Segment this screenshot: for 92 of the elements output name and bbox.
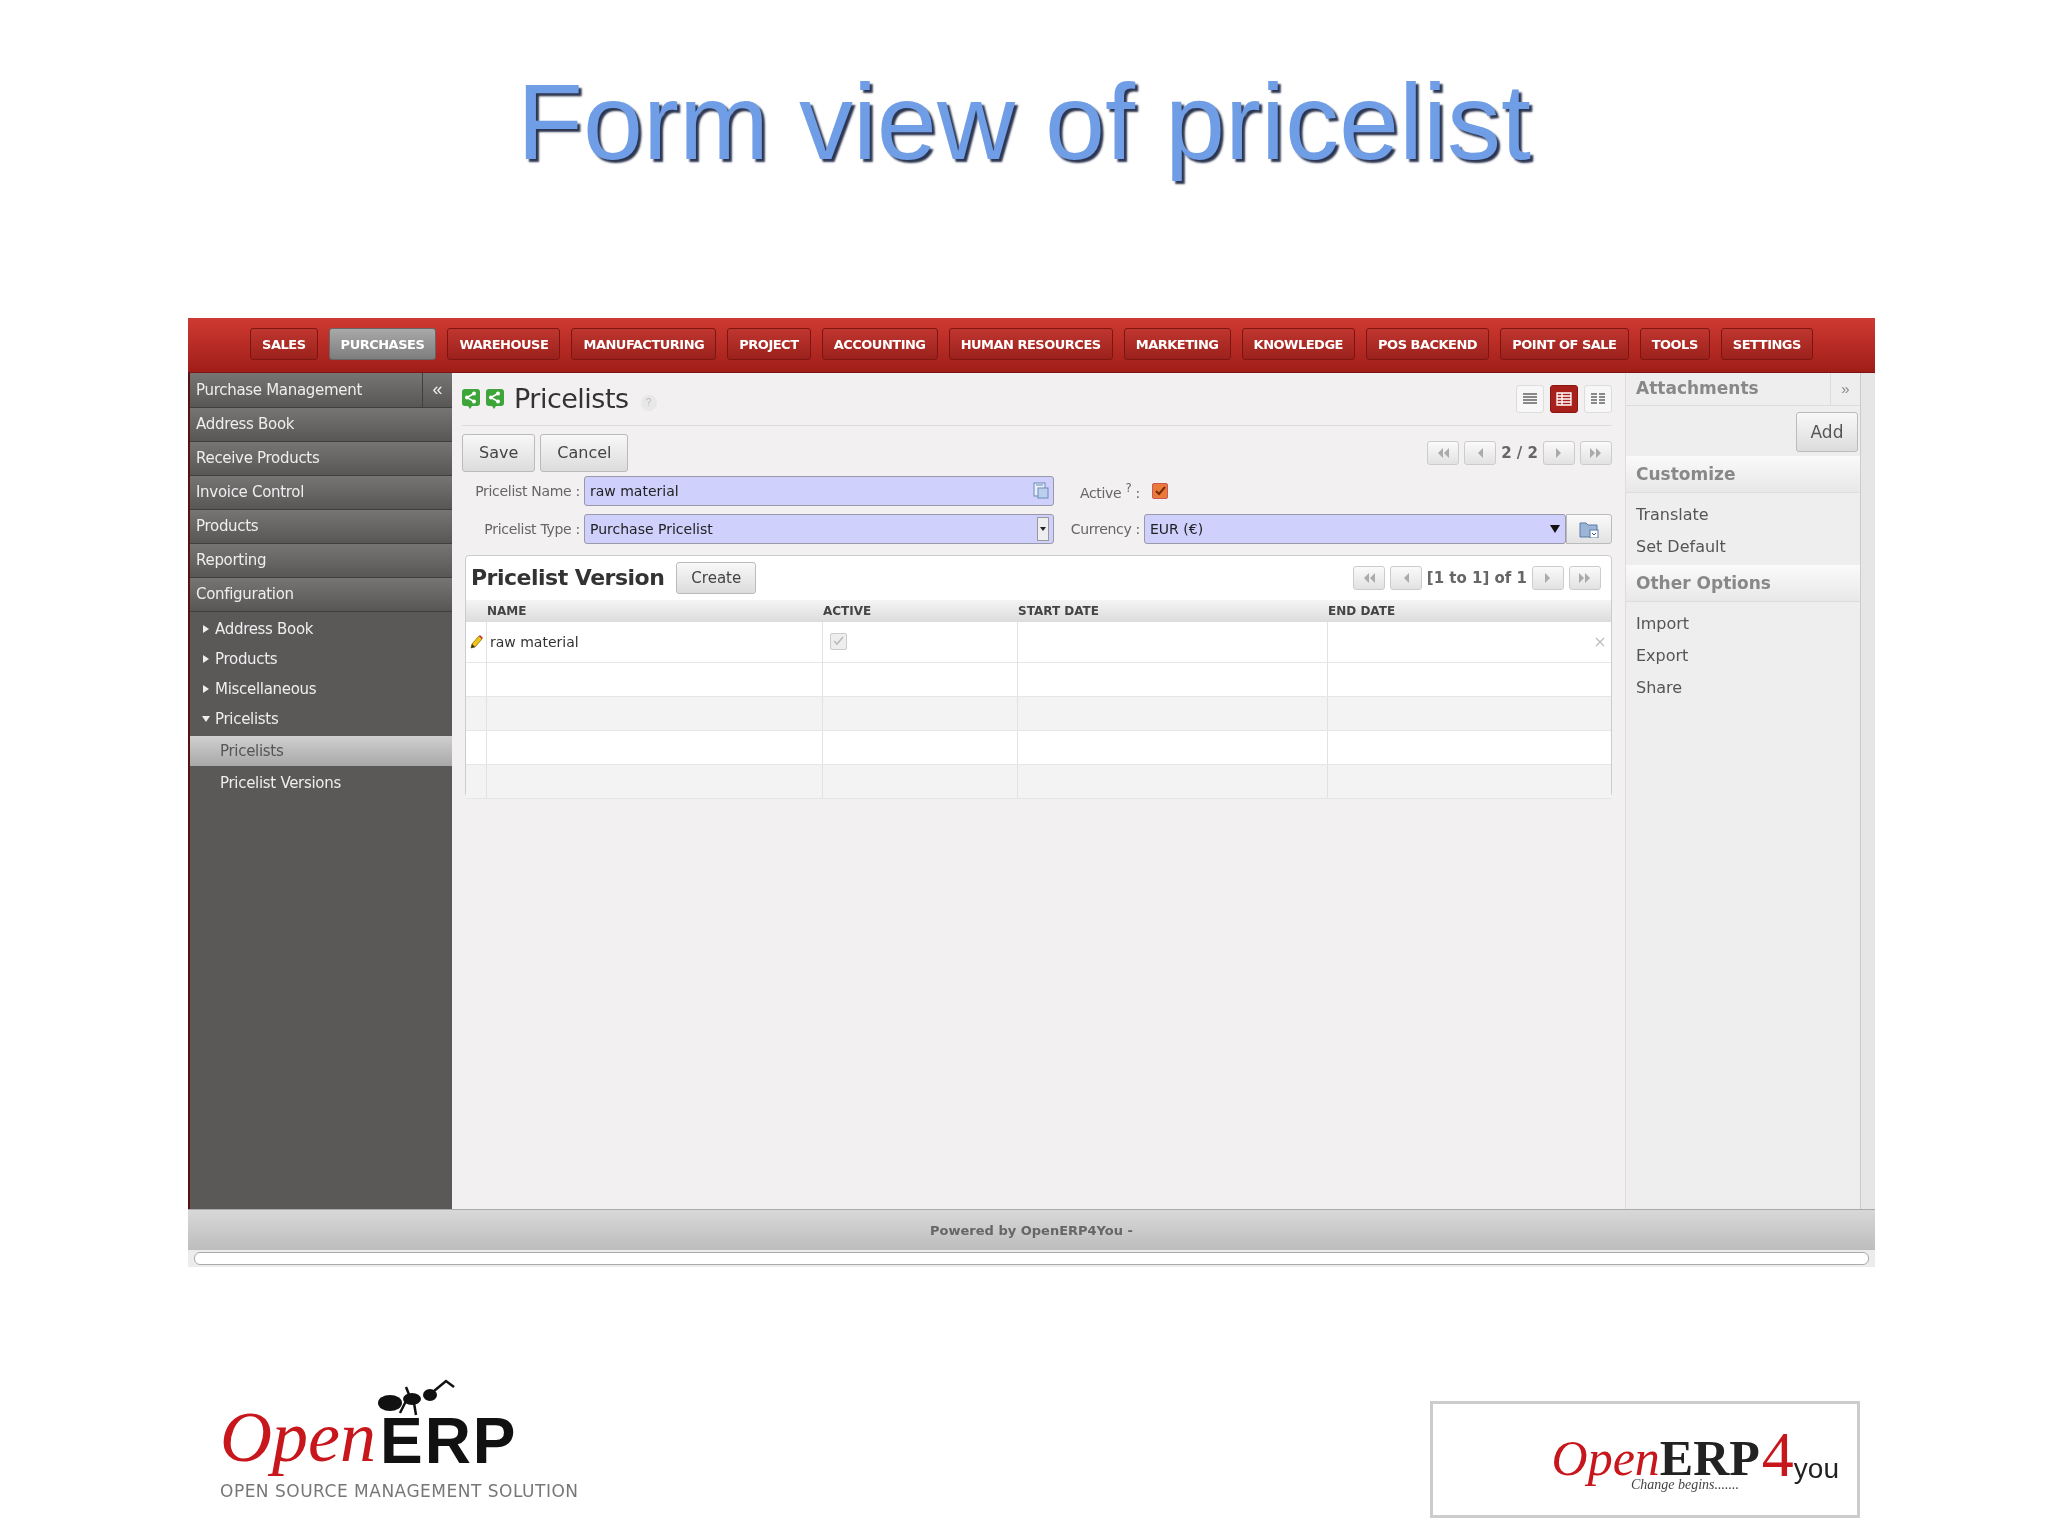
previous-page-button[interactable] (1389, 565, 1422, 590)
select-field[interactable]: EUR (€) (1144, 513, 1566, 544)
add-button[interactable]: Add (1796, 411, 1858, 452)
columns-view-button[interactable] (1584, 384, 1612, 413)
last-page-icon (1589, 446, 1603, 459)
logo-text: you (1793, 1455, 1839, 1484)
panel-link[interactable]: Translate (1626, 498, 1719, 531)
column-header: NAME (487, 603, 527, 618)
dropdown-icon (1037, 516, 1049, 541)
list-view-button[interactable] (1516, 384, 1544, 413)
active-checkbox[interactable] (1152, 482, 1168, 499)
sidebar-item[interactable]: Configuration (190, 577, 452, 612)
menu-tab[interactable]: SETTINGS (1720, 328, 1813, 360)
first-page-button[interactable] (1427, 440, 1460, 465)
column-header: ACTIVE (823, 603, 872, 618)
section-title: Pricelist Version (471, 565, 665, 591)
list-view-icon (1522, 391, 1538, 406)
menu-tab[interactable]: MARKETING (1123, 328, 1231, 360)
tree-item[interactable]: Pricelist Versions (190, 767, 452, 798)
folder-icon (1579, 519, 1599, 538)
menu-tab[interactable]: KNOWLEDGE (1241, 328, 1355, 360)
first-page-button[interactable] (1352, 565, 1385, 590)
field-label: Pricelist Name : (474, 482, 580, 499)
tree-item[interactable]: Products (190, 645, 452, 672)
tree-item[interactable]: Pricelists (190, 705, 452, 732)
pencil-icon (469, 633, 483, 650)
action-button[interactable]: Cancel (540, 433, 629, 472)
sidebar-item[interactable]: Address Book (190, 407, 452, 442)
vertical-scrollbar[interactable] (1860, 372, 1875, 1209)
panel-link[interactable]: Import (1626, 607, 1700, 640)
previous-icon (1476, 446, 1485, 459)
slide-title: Form view of pricelist (515, 60, 1533, 184)
delete-icon (1595, 636, 1605, 647)
tree-item[interactable]: Miscellaneous (190, 675, 452, 702)
form-view-icon (1556, 391, 1572, 406)
sidebar-item[interactable]: Receive Products (190, 441, 452, 476)
column-header: START DATE (1018, 603, 1099, 618)
page-title: Pricelists (514, 383, 629, 415)
horizontal-scrollbar[interactable] (194, 1252, 1869, 1265)
menu-tab[interactable]: MANUFACTURING (571, 328, 717, 360)
sidebar-item[interactable]: Products (190, 509, 452, 544)
first-page-icon (1436, 446, 1451, 459)
pager-text: [1 to 1] of 1 (1426, 568, 1527, 587)
column-header: END DATE (1328, 603, 1396, 618)
last-page-icon (1578, 571, 1592, 584)
next-icon (1555, 446, 1563, 459)
columns-view-icon (1590, 391, 1606, 406)
menu-tab[interactable]: TOOLS (1639, 328, 1710, 360)
form-view-button[interactable] (1550, 384, 1578, 413)
pager-text: 2 / 2 (1501, 443, 1538, 462)
field-label: Active $^{?}$ : (1078, 481, 1140, 501)
lookup-icon (1033, 482, 1049, 500)
tree-item[interactable]: Address Book (190, 615, 452, 642)
sidebar-item[interactable]: Invoice Control (190, 475, 452, 510)
panel-heading: Attachments (1635, 376, 1760, 400)
share-icon (462, 388, 480, 409)
sidebar-heading: Purchase Management (195, 379, 363, 401)
next-page-button[interactable] (1532, 565, 1564, 590)
table-cell: raw material (490, 633, 579, 650)
panel-section-header: Other Options (1626, 564, 1860, 602)
logo-text: 4 (1761, 1425, 1794, 1484)
logo-text: ERP (379, 1409, 518, 1473)
previous-page-button[interactable] (1464, 440, 1497, 465)
menu-tab[interactable]: POINT OF SALE (1500, 328, 1629, 360)
menu-tab[interactable]: SALES (250, 328, 318, 360)
last-page-button[interactable] (1580, 440, 1612, 465)
share-icon (486, 388, 504, 409)
field-label: Currency : (1069, 520, 1140, 537)
last-page-button[interactable] (1569, 565, 1601, 590)
next-page-button[interactable] (1543, 440, 1575, 465)
panel-link[interactable]: Share (1626, 671, 1693, 704)
menu-tab[interactable]: ACCOUNTING (821, 328, 938, 360)
tree-item[interactable]: Pricelists (190, 735, 452, 766)
dropdown-icon (1549, 522, 1561, 535)
select-field[interactable]: Purchase Pricelist (584, 513, 1054, 544)
panel-section-header: Customize (1626, 455, 1860, 493)
field-label: Pricelist Type : (483, 520, 580, 537)
menu-tab[interactable]: WAREHOUSE (447, 328, 561, 360)
check-icon (1154, 484, 1166, 497)
text-field[interactable]: raw material (584, 475, 1054, 506)
logo-tagline: OPEN SOURCE MANAGEMENT SOLUTION (220, 1481, 579, 1501)
next-icon (1544, 571, 1552, 584)
menu-tab[interactable]: POS BACKEND (1366, 328, 1490, 360)
create-button[interactable]: Create (676, 561, 757, 594)
panel-link[interactable]: Export (1626, 639, 1699, 672)
menu-tab[interactable]: PROJECT (727, 328, 811, 360)
menu-tab[interactable]: HUMAN RESOURCES (948, 328, 1113, 360)
sidebar-item[interactable]: Reporting (190, 543, 452, 578)
footer-text: Powered by OpenERP4You - (930, 1222, 1133, 1238)
lookup-button[interactable] (1566, 513, 1612, 544)
panel-link[interactable]: Set Default (1626, 530, 1736, 563)
action-button[interactable]: Save (462, 433, 536, 472)
